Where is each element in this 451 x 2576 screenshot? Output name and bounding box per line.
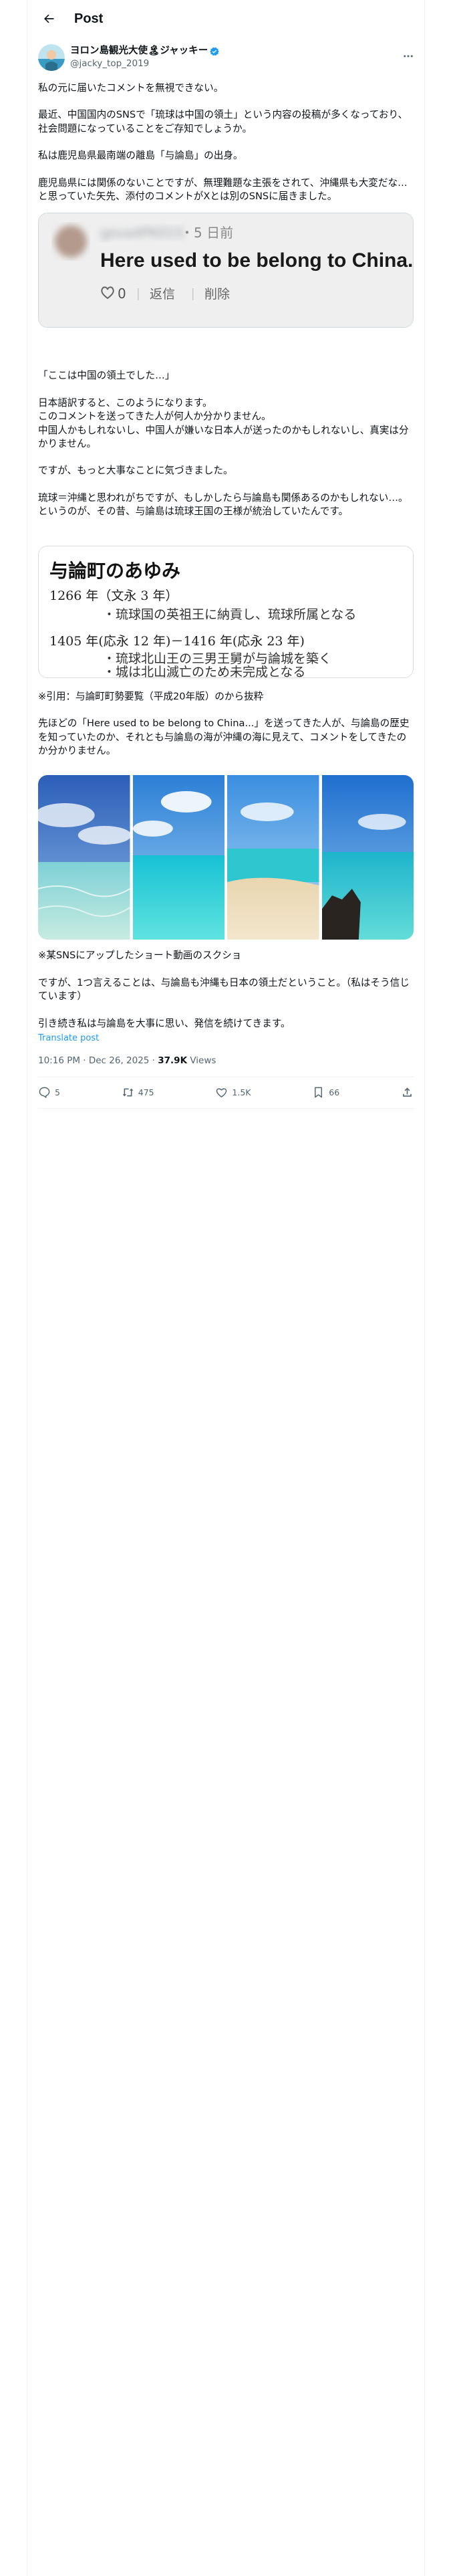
arrow-left-icon (44, 14, 54, 23)
post-meta: 10:16 PM · Dec 26, 2025 · 37.9K Views (38, 1055, 216, 1066)
commenter-avatar-blurred (55, 225, 87, 258)
avatar[interactable] (38, 44, 65, 71)
reply-count: 5 (55, 1087, 60, 1098)
comment-time: ・5 日前 (180, 225, 233, 241)
post-paragraph: 引き続き私は与論島を大事に思い、発信を続けてきます。 (38, 1017, 291, 1029)
more-options-button[interactable] (399, 47, 418, 66)
history-item: ・琉球北山王の三男王舅が与論城を築く (103, 651, 331, 666)
beach-photo[interactable] (227, 775, 319, 940)
history-title: 与論町のあゆみ (49, 560, 180, 582)
post-paragraph: 「ここは中国の領土でした…」 (38, 370, 175, 382)
post-paragraph: 日本語訳すると、このようになります。 このコメントを送ってきた人が何人か分かりま… (38, 397, 409, 450)
post-paragraph: ですが、1つ言えることは、与論島も沖縄も日本の領土だということ。（私はそう信じて… (38, 976, 410, 1002)
repost-icon (122, 1089, 134, 1097)
like-button[interactable]: 1.5K (215, 1086, 251, 1099)
post-paragraph: ※引用：与論町町勢要覧（平成20年版）のから抜粋 (38, 690, 264, 702)
action-bar: 5 475 1.5K 66 (27, 1077, 424, 1108)
history-item: ・琉球国の英祖王に納貢し、琉球所属となる (103, 607, 356, 622)
more-horizontal-icon (404, 55, 413, 58)
author-row: ヨロン島観光大使🏝ジャッキー @jacky_top_2019 (27, 41, 424, 74)
beach-photos-grid (38, 775, 414, 940)
reply-icon (39, 1087, 50, 1099)
post-text-ending: ※某SNSにアップしたショート動画のスクショ ですが、1つ言えることは、与論島も… (27, 949, 424, 1031)
post-header: Post (27, 0, 424, 37)
bookmark-count: 66 (329, 1087, 340, 1098)
post-paragraph: 琉球＝沖縄と思われがちですが、もしかしたら与論島も関係あるのかもしれない…。 と… (38, 492, 408, 518)
post-paragraph: 最近、中国国内のSNSで「琉球は中国の領土」という内容の投稿が多くなっており、社… (38, 109, 408, 134)
heart-icon (216, 1088, 227, 1098)
back-button[interactable] (37, 7, 61, 31)
comment-username: gova4PK01S (100, 225, 184, 241)
comment-like-count: 0 (118, 286, 126, 302)
views-count: 37.9K (158, 1055, 188, 1066)
beach-photo[interactable] (38, 775, 130, 940)
beach-photo[interactable] (321, 775, 414, 940)
post-text-continued: 「ここは中国の領土でした…」 日本語訳すると、このようになります。 このコメント… (27, 369, 424, 518)
post-paragraph: ですが、もっと大事なことに気づきました。 (38, 465, 233, 477)
history-item: ・城は北山滅亡のため未完成となる (103, 665, 305, 677)
post-detail-column: Post ヨロン島観光大使🏝ジャッキー @jacky_top_2019 私の元に… (27, 0, 424, 1109)
divider (38, 1107, 414, 1109)
post-timestamp[interactable]: 10:16 PM · Dec 26, 2025 (38, 1055, 149, 1066)
post-paragraph: 鹿児島県には関係のないことですが、無理難題な主張をされて、沖縄県も大変だな…と思… (38, 177, 408, 203)
right-column-border (424, 0, 425, 2576)
repost-count: 475 (138, 1087, 154, 1098)
reply-button[interactable]: 5 (38, 1086, 60, 1099)
post-paragraph: 私は鹿児島県最南端の離島「与論島」の出身。 (38, 150, 243, 162)
page-title: Post (74, 11, 104, 26)
comment-screenshot-image[interactable]: gova4PK01S ・5 日前 Here used to be belong … (38, 213, 414, 328)
post-paragraph: 私の元に届いたコメントを無視できない。 (38, 82, 224, 94)
beach-photo[interactable] (132, 775, 225, 940)
history-table-image[interactable]: 与論町のあゆみ 1266 年（文永 3 年） ・琉球国の英祖王に納貢し、琉球所属… (38, 545, 414, 678)
repost-button[interactable]: 475 (122, 1086, 154, 1099)
verified-badge-icon (210, 47, 220, 56)
post-text: 私の元に届いたコメントを無視できない。 最近、中国国内のSNSで「琉球は中国の領… (27, 82, 424, 203)
comment-text: Here used to be belong to China... (100, 249, 413, 272)
history-year: 1405 年(応永 12 年)－1416 年(応永 23 年) (49, 634, 305, 649)
author-display-name[interactable]: ヨロン島観光大使🏝ジャッキー (70, 45, 208, 58)
bookmark-icon (315, 1087, 323, 1098)
comment-reply-button: 返信 (150, 287, 175, 302)
author-handle[interactable]: @jacky_top_2019 (70, 58, 220, 70)
post-text-citation: ※引用：与論町町勢要覧（平成20年版）のから抜粋 先ほどの「Here used … (27, 690, 424, 758)
like-count: 1.5K (232, 1087, 251, 1098)
share-button[interactable] (401, 1086, 414, 1099)
share-icon (403, 1087, 412, 1097)
post-paragraph: 先ほどの「Here used to be belong to China...」… (38, 718, 410, 756)
post-paragraph: ※某SNSにアップしたショート動画のスクショ (38, 950, 242, 962)
views-label: Views (187, 1055, 216, 1066)
translate-post-link[interactable]: Translate post (27, 1031, 424, 1043)
comment-delete-button: 削除 (204, 287, 230, 302)
history-year: 1266 年（文永 3 年） (49, 588, 178, 603)
bookmark-button[interactable]: 66 (312, 1086, 339, 1099)
